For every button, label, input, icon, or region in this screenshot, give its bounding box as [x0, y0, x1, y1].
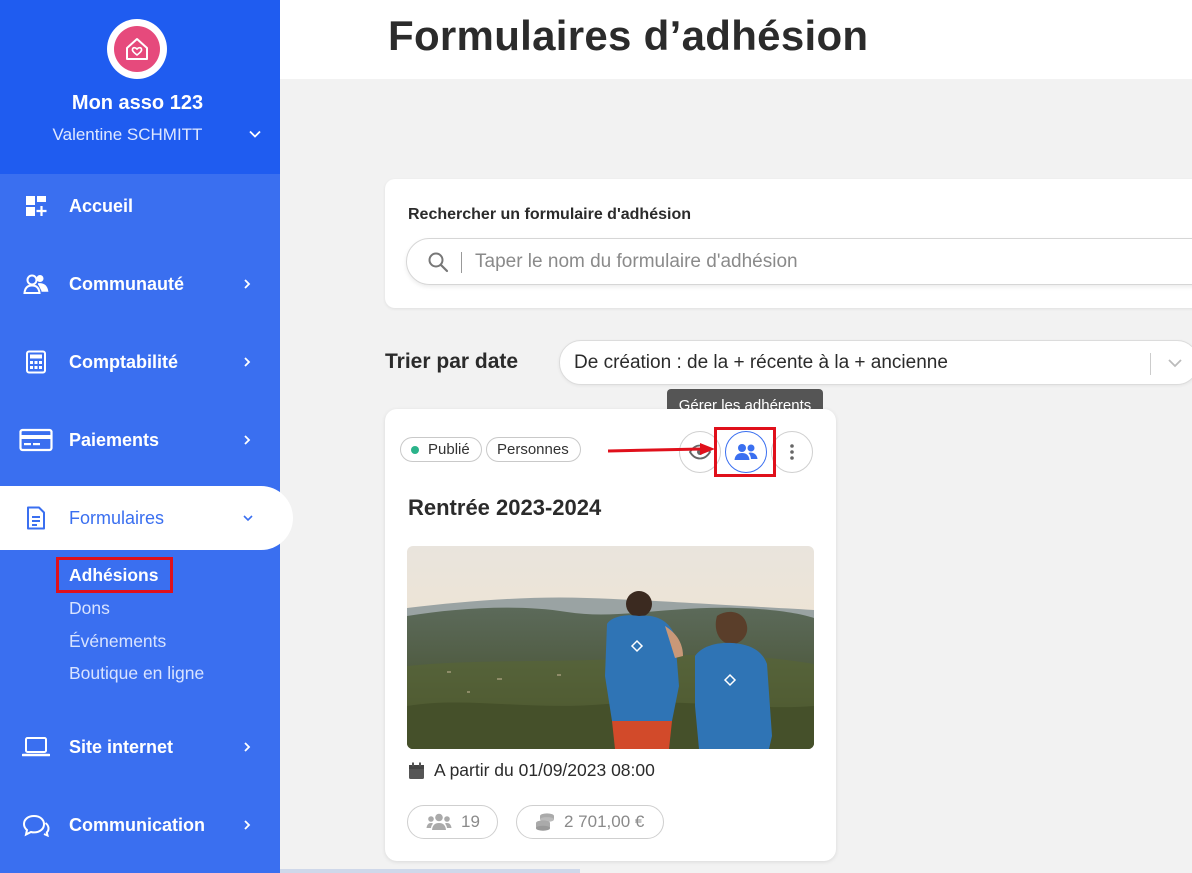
- form-date: A partir du 01/09/2023 08:00: [408, 760, 655, 781]
- sidebar-item-site-internet[interactable]: Site internet: [0, 715, 280, 779]
- sort-label: Trier par date: [385, 350, 519, 373]
- chevron-down-icon: [243, 515, 253, 522]
- type-label: Personnes: [497, 441, 569, 458]
- search-icon: [428, 252, 449, 273]
- search-label: Rechercher un formulaire d'adhésion: [408, 206, 691, 223]
- sidebar-subitem-evenements[interactable]: Événements: [69, 631, 166, 652]
- sidebar-item-label: Communication: [69, 814, 206, 835]
- sidebar-item-communication[interactable]: Communication: [0, 793, 280, 857]
- type-badge: Personnes: [486, 437, 581, 462]
- sidebar-item-label: Paiements: [69, 429, 160, 450]
- annotation-arrow-icon: [608, 443, 715, 455]
- sidebar-item-accueil[interactable]: Accueil: [0, 174, 280, 238]
- sidebar-item-label: Comptabilité: [69, 351, 179, 372]
- sidebar-item-paiements[interactable]: Paiements: [0, 408, 280, 472]
- status-label: Publié: [428, 441, 470, 458]
- chevron-right-icon: [244, 279, 251, 289]
- community-icon: [22, 270, 50, 298]
- amount-stat: 2 701,00 €: [516, 805, 664, 839]
- more-vertical-icon: [790, 444, 794, 460]
- sort-separator: [1150, 353, 1151, 375]
- page-title: Formulaires d’adhésion: [388, 12, 869, 59]
- chevron-right-icon: [244, 357, 251, 367]
- sidebar-item-label: Communauté: [69, 273, 185, 294]
- members-count-stat: 19: [407, 805, 498, 839]
- page-header: Formulaires d’adhésion: [280, 0, 1192, 79]
- chevron-right-icon: [244, 820, 251, 830]
- chevron-right-icon: [244, 742, 251, 752]
- sidebar-item-label: Accueil: [69, 195, 134, 216]
- adhesions-highlight-box: [56, 557, 173, 593]
- sort-select[interactable]: De création : de la + récente à la + anc…: [559, 340, 1192, 385]
- amount-value: 2 701,00 €: [564, 812, 645, 831]
- chevron-down-icon[interactable]: [247, 126, 263, 142]
- house-heart-icon: [126, 38, 148, 60]
- horizontal-scrollbar[interactable]: [280, 869, 580, 873]
- sidebar-subitem-boutique[interactable]: Boutique en ligne: [69, 663, 204, 684]
- chevron-right-icon: [244, 435, 251, 445]
- status-dot: [411, 445, 419, 454]
- more-options-button[interactable]: [771, 431, 813, 473]
- sidebar-item-formulaires[interactable]: Formulaires: [0, 486, 293, 550]
- members-highlight-box: [714, 427, 776, 477]
- form-card[interactable]: Publié Personnes Rentrée 2023-2024 A par…: [385, 409, 836, 861]
- calendar-icon: [409, 762, 424, 779]
- sidebar-item-label: Site internet: [69, 736, 174, 757]
- form-cover-image: [407, 546, 814, 749]
- form-title[interactable]: Rentrée 2023-2024: [408, 495, 601, 521]
- laptop-icon: [22, 733, 50, 761]
- coins-icon: [536, 813, 554, 831]
- user-name[interactable]: Valentine SCHMITT: [0, 125, 255, 145]
- sidebar-subitem-dons[interactable]: Dons: [69, 598, 110, 619]
- calculator-icon: [22, 348, 50, 376]
- search-box[interactable]: [406, 238, 1192, 285]
- members-count: 19: [461, 812, 480, 831]
- sidebar-item-label: Formulaires: [69, 507, 165, 528]
- search-card: Rechercher un formulaire d'adhésion: [385, 179, 1192, 308]
- org-logo[interactable]: [107, 19, 167, 79]
- sort-select-value: De création : de la + récente à la + anc…: [574, 352, 948, 373]
- document-icon: [22, 504, 50, 532]
- sidebar-item-comptabilite[interactable]: Comptabilité: [0, 330, 280, 394]
- search-input[interactable]: [475, 249, 1075, 275]
- search-separator: [461, 252, 462, 273]
- credit-card-icon: [19, 426, 53, 454]
- group-icon: [426, 813, 452, 830]
- chevron-down-icon[interactable]: [1165, 353, 1185, 373]
- org-name: Mon asso 123: [71, 92, 204, 114]
- sidebar: Mon asso 123 Valentine SCHMITT Accueil C…: [0, 0, 293, 873]
- sidebar-item-communaute[interactable]: Communauté: [0, 252, 280, 316]
- dashboard-icon: [22, 192, 50, 220]
- status-badge: Publié: [400, 437, 482, 462]
- chat-icon: [22, 811, 50, 839]
- sidebar-header: Mon asso 123 Valentine SCHMITT: [0, 0, 280, 174]
- form-date-text: A partir du 01/09/2023 08:00: [434, 760, 655, 780]
